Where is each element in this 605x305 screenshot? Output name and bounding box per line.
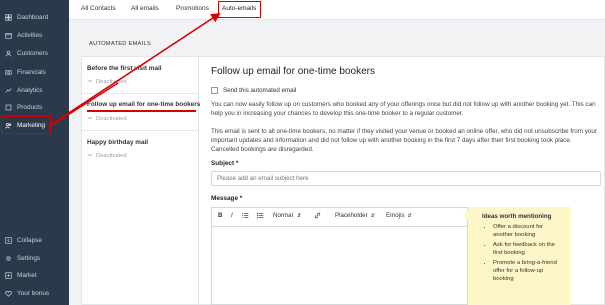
description-paragraph: This email is sent to all one-time booke… bbox=[211, 128, 597, 153]
list-item: Offer a discount for another booking bbox=[493, 223, 563, 240]
sidebar-item-label: Financials bbox=[17, 68, 46, 76]
message-label: Message * bbox=[211, 195, 243, 202]
divider bbox=[81, 93, 199, 94]
placeholder-select[interactable]: Placeholder ⇵ bbox=[335, 212, 375, 219]
sidebar-item-products[interactable]: Products bbox=[0, 100, 69, 114]
analytics-icon bbox=[4, 86, 12, 94]
description-paragraph: You can now easily follow up on customer… bbox=[211, 101, 596, 117]
top-tab-bar: All Contacts All emails Promotions Auto-… bbox=[69, 0, 605, 20]
sidebar-item-collapse[interactable]: Collapse bbox=[0, 233, 69, 247]
deactivated-icon bbox=[87, 78, 96, 86]
sidebar-item-activities[interactable]: Activities bbox=[0, 28, 69, 42]
ideas-list: Offer a discount for another booking Ask… bbox=[476, 223, 563, 284]
list-item-status: Deactivated bbox=[87, 152, 127, 160]
ideas-title: Ideas worth mentioning bbox=[482, 213, 552, 220]
email-list: Before the first visit mail Deactivated … bbox=[81, 57, 200, 305]
send-email-checkbox-row[interactable]: Send this automated email bbox=[211, 87, 296, 94]
sidebar-item-market[interactable]: Market bbox=[0, 268, 69, 282]
page-title: Follow up email for one-time bookers bbox=[211, 66, 375, 77]
selected-item-underline bbox=[87, 110, 196, 112]
chevron-updown-icon: ⇵ bbox=[370, 212, 375, 219]
ideas-box: Ideas worth mentioning Offer a discount … bbox=[468, 207, 571, 305]
bonus-icon bbox=[4, 289, 12, 297]
bullet-list-icon[interactable] bbox=[257, 212, 264, 219]
link-icon[interactable] bbox=[314, 212, 321, 219]
deactivated-icon bbox=[87, 152, 96, 160]
sidebar-item-label: Settings bbox=[17, 254, 41, 262]
gear-icon bbox=[4, 254, 12, 262]
chevron-updown-icon: ⇵ bbox=[407, 212, 412, 219]
sidebar-item-analytics[interactable]: Analytics bbox=[0, 83, 69, 97]
dashboard-icon bbox=[4, 13, 12, 21]
subject-input[interactable] bbox=[211, 171, 601, 186]
italic-button[interactable]: I bbox=[231, 212, 233, 219]
sidebar-item-label: Dashboard bbox=[17, 13, 49, 21]
list-item-title[interactable]: Follow up email for one-time bookers bbox=[87, 101, 200, 108]
sidebar-item-dashboard[interactable]: Dashboard bbox=[0, 10, 69, 24]
sidebar-item-settings[interactable]: Settings bbox=[0, 251, 69, 265]
collapse-icon bbox=[4, 236, 12, 244]
market-icon bbox=[4, 271, 12, 279]
panel-header: AUTOMATED EMAILS bbox=[81, 32, 605, 57]
marketing-highlight-box bbox=[1, 116, 51, 134]
tab-all-contacts[interactable]: All Contacts bbox=[81, 5, 116, 12]
sidebar-item-label: Your bonus bbox=[17, 289, 50, 297]
sidebar: Dashboard Activities Customers Financial… bbox=[0, 0, 69, 305]
send-email-label: Send this automated email bbox=[223, 87, 297, 94]
editor-toolbar: B I Normal ⇵ Placeholder ⇵ Emojis ⇵ bbox=[211, 207, 468, 227]
sidebar-item-label: Collapse bbox=[17, 236, 42, 244]
products-icon bbox=[4, 103, 12, 111]
list-item-title[interactable]: Before the first visit mail bbox=[87, 65, 162, 72]
list-item: Ask for feedback on the first booking bbox=[493, 241, 563, 258]
auto-emails-highlight-box bbox=[218, 1, 261, 18]
bold-button[interactable]: B bbox=[218, 212, 222, 219]
ordered-list-icon[interactable] bbox=[242, 212, 249, 219]
list-item: Promote a bring-a-friend offer for a fol… bbox=[493, 259, 563, 284]
send-email-checkbox[interactable] bbox=[211, 87, 218, 94]
sidebar-item-label: Market bbox=[17, 271, 37, 279]
customers-icon bbox=[4, 49, 12, 57]
sidebar-item-customers[interactable]: Customers bbox=[0, 46, 69, 60]
list-item-title[interactable]: Happy birthday mail bbox=[87, 139, 148, 146]
sidebar-item-label: Analytics bbox=[17, 86, 43, 94]
emojis-select[interactable]: Emojis ⇵ bbox=[386, 212, 412, 219]
activities-icon bbox=[4, 31, 12, 39]
list-item-status: Deactivated bbox=[87, 115, 127, 123]
subject-label: Subject * bbox=[211, 160, 239, 167]
financials-icon bbox=[4, 68, 12, 76]
tab-promotions[interactable]: Promotions bbox=[176, 5, 209, 12]
tab-all-emails[interactable]: All emails bbox=[131, 5, 159, 12]
text-style-select[interactable]: Normal ⇵ bbox=[273, 212, 301, 219]
chevron-updown-icon: ⇵ bbox=[296, 212, 302, 219]
list-item-status: Deactivated bbox=[87, 78, 127, 86]
sidebar-item-label: Customers bbox=[17, 49, 48, 57]
sidebar-item-bonus[interactable]: Your bonus bbox=[0, 286, 69, 300]
sidebar-item-label: Products bbox=[17, 103, 43, 111]
deactivated-icon bbox=[87, 115, 96, 123]
divider bbox=[81, 130, 199, 131]
sidebar-item-label: Activities bbox=[17, 31, 43, 39]
sidebar-item-financials[interactable]: Financials bbox=[0, 65, 69, 79]
